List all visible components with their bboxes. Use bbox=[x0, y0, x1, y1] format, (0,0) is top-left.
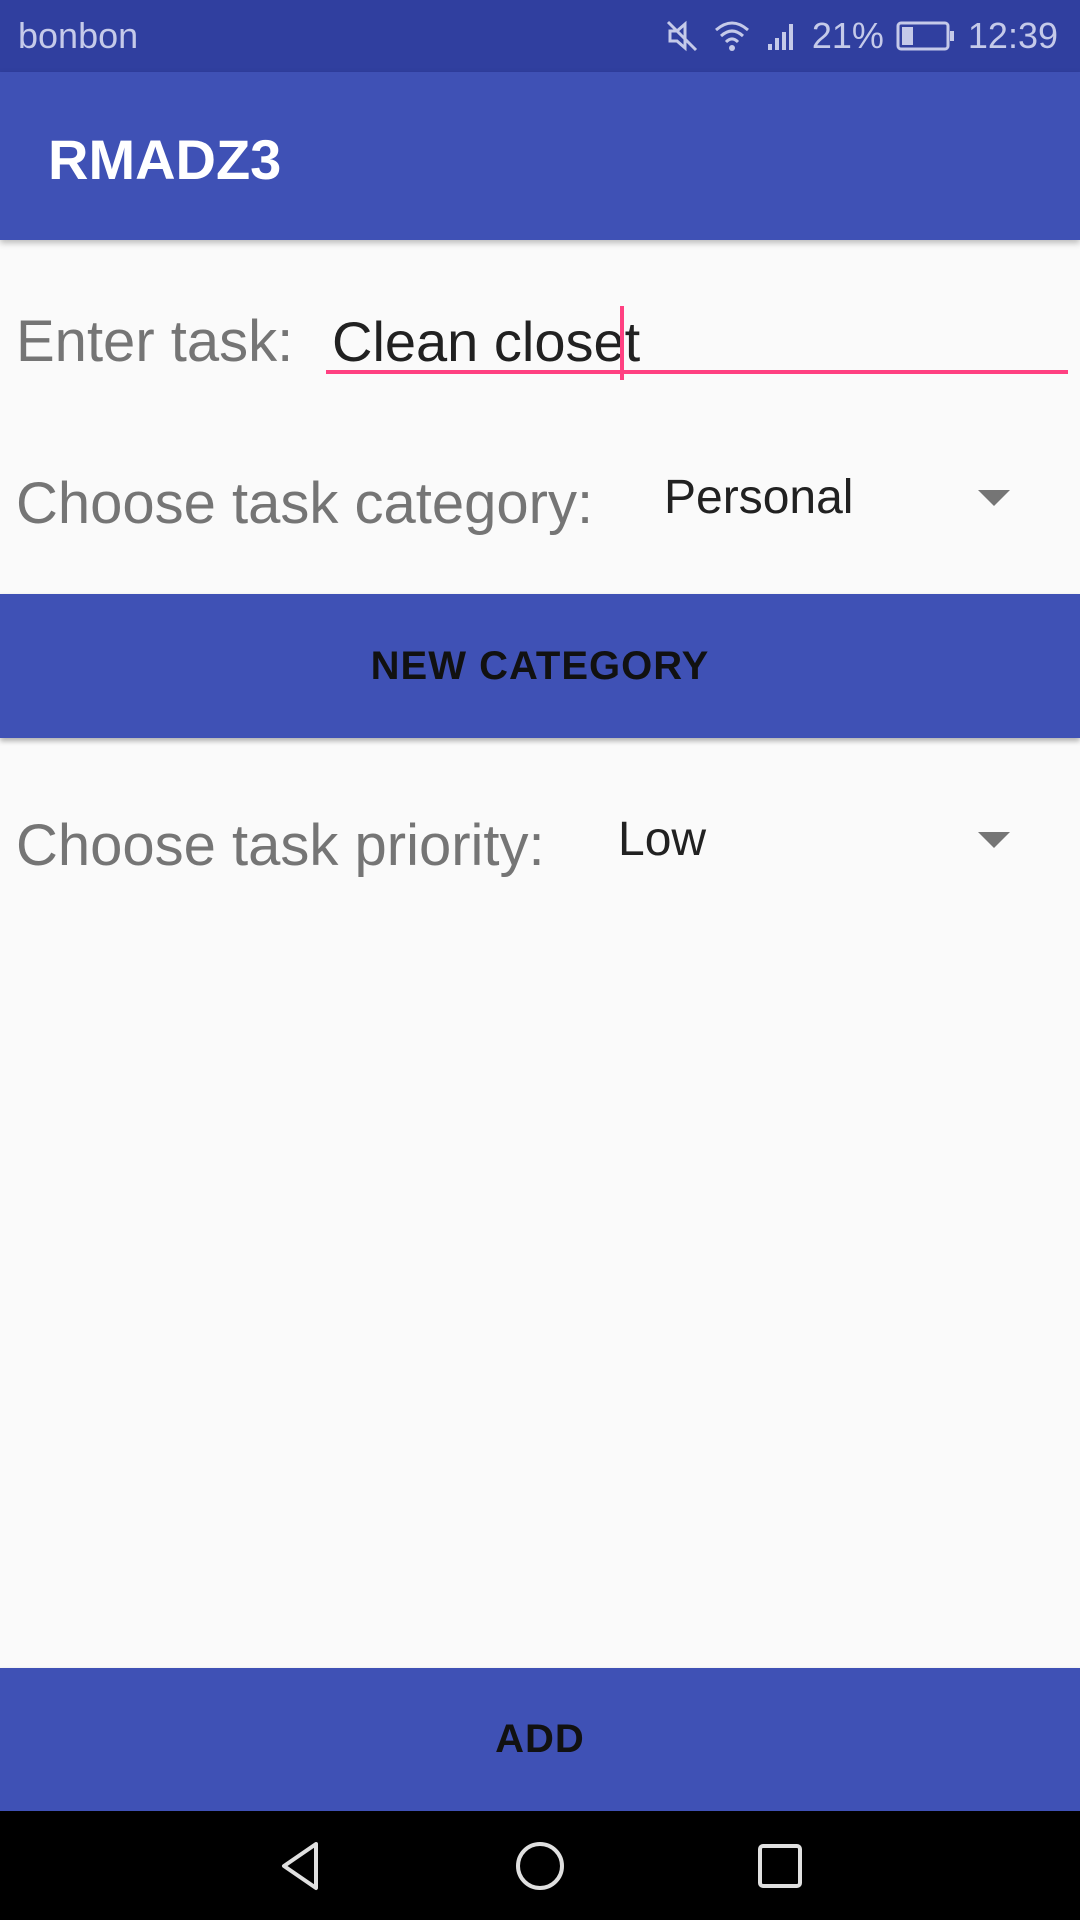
new-category-button[interactable]: NEW CATEGORY bbox=[0, 594, 1080, 738]
app-title: RMADZ3 bbox=[48, 128, 282, 191]
category-value: Personal bbox=[664, 471, 854, 524]
priority-label: Choose task priority: bbox=[16, 813, 545, 878]
home-icon[interactable] bbox=[500, 1831, 580, 1901]
status-icons: 21% 12:39 bbox=[664, 10, 1058, 62]
priority-spinner[interactable]: Low bbox=[618, 800, 1010, 880]
carrier-label: bonbon bbox=[18, 15, 139, 56]
add-button[interactable]: ADD bbox=[0, 1668, 1080, 1811]
recents-icon[interactable] bbox=[740, 1831, 820, 1901]
clock: 12:39 bbox=[967, 15, 1058, 56]
dropdown-arrow-icon bbox=[978, 490, 1010, 506]
screen: bonbon 21% 12:39 RMADZ3 Enter task: Clea… bbox=[0, 0, 1080, 1920]
app-bar: RMADZ3 bbox=[0, 72, 1080, 240]
category-label: Choose task category: bbox=[16, 471, 594, 536]
mute-icon bbox=[664, 18, 700, 54]
battery-percent: 21% bbox=[811, 15, 884, 56]
navigation-bar bbox=[0, 1811, 1080, 1920]
task-input[interactable] bbox=[326, 306, 1068, 376]
task-input-underline bbox=[326, 370, 1068, 374]
battery-icon bbox=[896, 20, 956, 52]
category-spinner[interactable]: Personal bbox=[664, 458, 1010, 538]
text-cursor bbox=[620, 306, 624, 380]
wifi-icon bbox=[712, 18, 752, 54]
signal-icon bbox=[764, 18, 800, 54]
task-label: Enter task: bbox=[16, 309, 294, 374]
dropdown-arrow-icon bbox=[978, 832, 1010, 848]
back-icon[interactable] bbox=[260, 1831, 340, 1901]
status-bar: bonbon 21% 12:39 bbox=[0, 0, 1080, 72]
priority-value: Low bbox=[618, 813, 707, 866]
